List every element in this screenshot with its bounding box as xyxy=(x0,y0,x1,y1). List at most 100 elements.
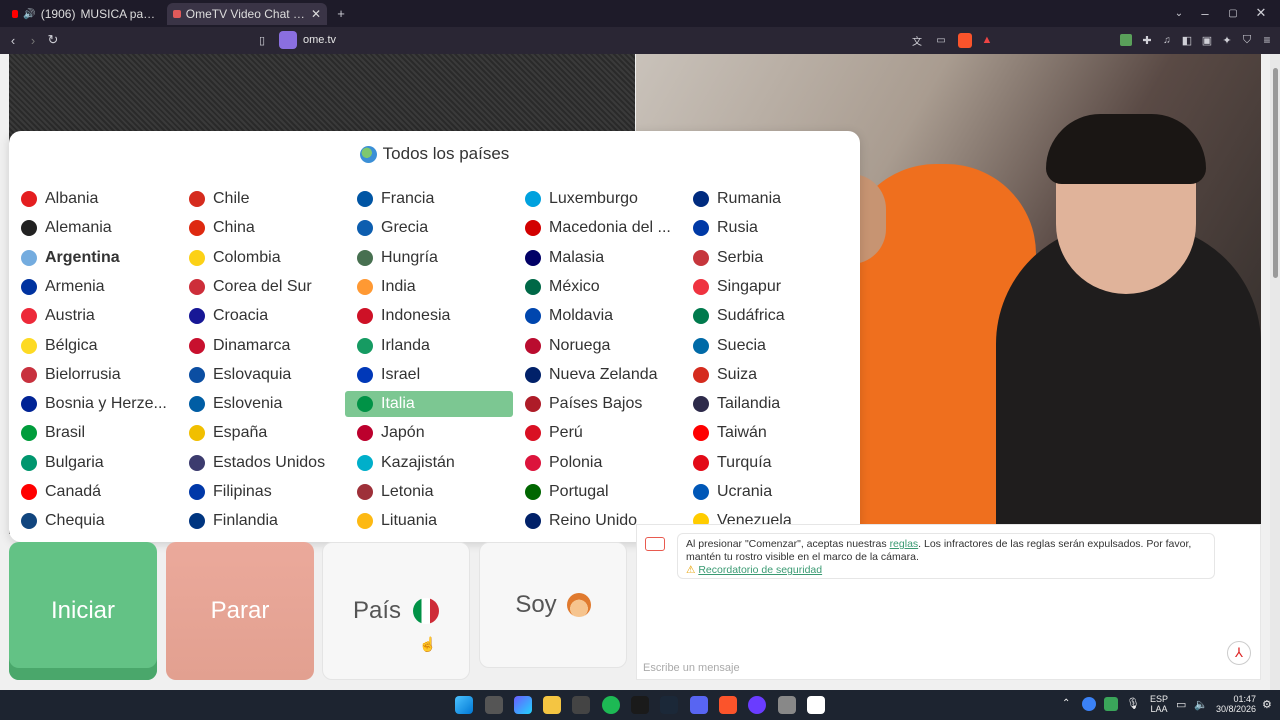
stop-button[interactable]: Parar xyxy=(166,542,314,680)
country-option[interactable]: Alemania xyxy=(9,215,177,241)
spotify-icon[interactable] xyxy=(602,696,620,714)
discord-icon[interactable] xyxy=(690,696,708,714)
gender-button[interactable]: Soy xyxy=(479,542,627,668)
country-option[interactable]: Rumania xyxy=(681,186,849,212)
country-option[interactable]: Bulgaria xyxy=(9,450,177,476)
country-option[interactable]: Eslovaquia xyxy=(177,362,345,388)
translate-icon[interactable]: 文 xyxy=(910,32,924,48)
close-window-icon[interactable]: ✕ xyxy=(1254,5,1268,21)
country-option[interactable]: Bielorrusia xyxy=(9,362,177,388)
url-field[interactable]: ome.tv xyxy=(303,34,336,46)
extension-icon[interactable] xyxy=(1120,34,1132,46)
country-option[interactable]: Estados Unidos xyxy=(177,450,345,476)
country-option[interactable]: México xyxy=(513,274,681,300)
sidebar-icon[interactable]: ◧ xyxy=(1180,32,1194,48)
tab-musica[interactable]: 🔊 (1906) MUSICA para TWITCH xyxy=(6,3,164,25)
task-view-icon[interactable] xyxy=(485,696,503,714)
country-option[interactable]: Singapur xyxy=(681,274,849,300)
country-option[interactable]: Eslovenia xyxy=(177,391,345,417)
country-option[interactable]: Italia xyxy=(345,391,513,418)
country-option[interactable]: Grecia xyxy=(345,215,513,241)
brave-icon[interactable] xyxy=(719,696,737,714)
settings-icon[interactable] xyxy=(778,696,796,714)
music-icon[interactable]: ♫ xyxy=(1160,32,1174,48)
country-option[interactable]: Serbia xyxy=(681,245,849,271)
wallet-icon[interactable]: ▣ xyxy=(1200,32,1214,48)
country-option[interactable]: Argentina xyxy=(9,245,177,271)
country-option[interactable]: Moldavia xyxy=(513,303,681,329)
country-option[interactable]: Colombia xyxy=(177,245,345,271)
app-icon[interactable] xyxy=(631,696,649,714)
country-option[interactable]: Israel xyxy=(345,362,513,388)
maximize-icon[interactable]: ▢ xyxy=(1226,5,1240,21)
country-button[interactable]: País xyxy=(322,542,470,680)
rules-link[interactable]: reglas xyxy=(890,538,919,550)
country-option[interactable]: Luxemburgo xyxy=(513,186,681,212)
tab-ometv[interactable]: OmeTV Video Chat — Omeg ✕ xyxy=(167,3,327,25)
country-option[interactable]: Turquía xyxy=(681,450,849,476)
country-option[interactable]: Croacia xyxy=(177,303,345,329)
language-indicator[interactable]: ESP LAA xyxy=(1150,694,1168,714)
minimize-icon[interactable]: – xyxy=(1198,5,1212,21)
country-option[interactable]: Chile xyxy=(177,186,345,212)
chevron-down-icon[interactable]: ⌄ xyxy=(1172,5,1186,21)
start-menu-icon[interactable] xyxy=(455,696,473,714)
safety-reminder-link[interactable]: Recordatorio de seguridad xyxy=(698,564,822,576)
country-option[interactable]: Rusia xyxy=(681,215,849,241)
country-option[interactable]: Suiza xyxy=(681,362,849,388)
country-option[interactable]: Hungría xyxy=(345,245,513,271)
country-option[interactable]: Países Bajos xyxy=(513,391,681,417)
network-icon[interactable]: ▭ xyxy=(1176,698,1186,711)
leo-icon[interactable]: ✦ xyxy=(1220,32,1234,48)
country-option[interactable]: Tailandia xyxy=(681,391,849,417)
country-option[interactable]: Japón xyxy=(345,420,513,446)
country-option[interactable]: Austria xyxy=(9,303,177,329)
scrollbar[interactable] xyxy=(1270,54,1280,690)
file-explorer-icon[interactable] xyxy=(543,696,561,714)
country-option[interactable]: Armenia xyxy=(9,274,177,300)
country-option[interactable]: Finlandia xyxy=(177,508,345,534)
bluetooth-icon[interactable] xyxy=(1082,697,1096,711)
country-option[interactable]: Bélgica xyxy=(9,333,177,359)
country-option[interactable]: Macedonia del ... xyxy=(513,215,681,241)
country-option[interactable]: Kazajistán xyxy=(345,450,513,476)
vpn-icon[interactable]: ⛉ xyxy=(1240,32,1254,48)
country-option[interactable]: Letonia xyxy=(345,479,513,505)
country-option[interactable]: Filipinas xyxy=(177,479,345,505)
country-option[interactable]: Suecia xyxy=(681,333,849,359)
rewards-icon[interactable]: ▲ xyxy=(980,32,994,48)
country-option[interactable]: Dinamarca xyxy=(177,333,345,359)
cast-icon[interactable]: ▭ xyxy=(934,32,948,48)
clock[interactable]: 01:47 30/8/2026 xyxy=(1210,694,1256,714)
pdf-icon[interactable]: ⅄ xyxy=(1227,641,1251,665)
document-icon[interactable] xyxy=(807,696,825,714)
country-option[interactable]: Perú xyxy=(513,420,681,446)
app2-icon[interactable] xyxy=(748,696,766,714)
menu-icon[interactable]: ≡ xyxy=(1260,32,1274,48)
country-option[interactable]: Indonesia xyxy=(345,303,513,329)
country-option[interactable]: Polonia xyxy=(513,450,681,476)
country-option[interactable]: Albania xyxy=(9,186,177,212)
reload-icon[interactable]: ↻ xyxy=(46,32,60,48)
country-option[interactable]: Brasil xyxy=(9,420,177,446)
bookmark-icon[interactable]: ▯ xyxy=(255,32,269,48)
country-option[interactable]: Ucrania xyxy=(681,479,849,505)
country-option[interactable]: India xyxy=(345,274,513,300)
tray-chevron-icon[interactable]: ⌃ xyxy=(1062,698,1070,709)
country-option[interactable]: Portugal xyxy=(513,479,681,505)
country-option[interactable]: España xyxy=(177,420,345,446)
country-option[interactable]: Taiwán xyxy=(681,420,849,446)
tray-app-icon[interactable] xyxy=(1104,697,1118,711)
brave-shield-icon[interactable] xyxy=(958,33,972,48)
country-option[interactable]: Noruega xyxy=(513,333,681,359)
country-option[interactable]: Bosnia y Herze... xyxy=(9,391,177,417)
store-icon[interactable] xyxy=(572,696,590,714)
country-option[interactable]: Nueva Zelanda xyxy=(513,362,681,388)
country-option[interactable]: Malasia xyxy=(513,245,681,271)
volume-icon[interactable]: 🔈 xyxy=(1194,698,1208,711)
notifications-icon[interactable]: ⚙ xyxy=(1262,698,1272,711)
country-option[interactable]: Canadá xyxy=(9,479,177,505)
chat-input[interactable]: Escribe un mensaje xyxy=(643,662,740,674)
mic-icon[interactable]: 🎙 xyxy=(1126,697,1140,710)
steam-icon[interactable] xyxy=(660,696,678,714)
